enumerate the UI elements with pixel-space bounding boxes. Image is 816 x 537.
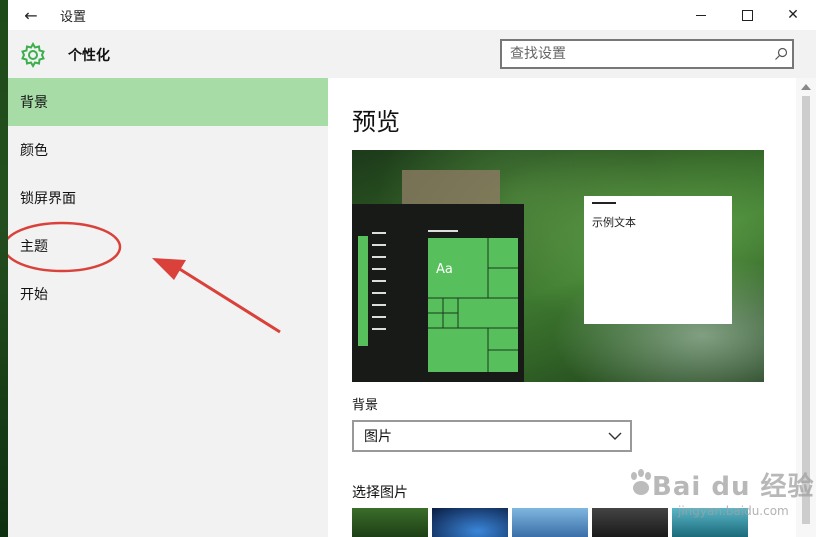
window-title: 设置 — [60, 9, 87, 25]
settings-header: 个性化 — [8, 30, 816, 78]
sidebar-item-label: 背景 — [20, 95, 48, 111]
chevron-down-icon — [608, 432, 622, 440]
sample-text: 示例文本 — [592, 216, 636, 229]
page-title: 个性化 — [68, 48, 110, 64]
sidebar-item-label: 锁屏界面 — [20, 191, 76, 207]
search-icon[interactable] — [770, 43, 792, 65]
sidebar-item-label: 主题 — [20, 239, 48, 255]
search-input[interactable] — [502, 45, 770, 63]
minimize-button[interactable] — [678, 0, 724, 30]
scroll-thumb[interactable] — [802, 96, 810, 524]
sidebar-item-start[interactable]: 开始 — [8, 270, 328, 318]
sidebar-item-label: 开始 — [20, 287, 48, 303]
scrollbar[interactable] — [796, 78, 816, 537]
picture-thumbnail[interactable] — [592, 508, 668, 537]
window-controls: ✕ — [678, 0, 816, 30]
wallpaper-house — [402, 170, 500, 206]
sidebar-item-background[interactable]: 背景 — [8, 78, 328, 126]
main-content: 预览 Aa 示例文本 背景 图片 选择图片 — [328, 78, 796, 537]
sidebar-item-label: 颜色 — [20, 143, 48, 159]
picture-thumbnail[interactable] — [512, 508, 588, 537]
preview-title: 预览 — [352, 108, 400, 136]
theme-preview: Aa 示例文本 — [352, 150, 764, 382]
gear-icon — [21, 42, 45, 68]
settings-window: ← 设置 ✕ 个性化 查找设置 背景 颜色 锁屏界面 主题 开始 预览 Aa 示… — [8, 0, 816, 537]
start-menu-strip — [358, 236, 368, 346]
close-button[interactable]: ✕ — [770, 0, 816, 30]
tiles-header-line — [428, 230, 458, 232]
picture-thumbnail[interactable] — [432, 508, 508, 537]
back-button[interactable]: ← — [8, 0, 54, 30]
picture-thumbnail[interactable] — [672, 508, 748, 537]
maximize-button[interactable] — [724, 0, 770, 30]
maximize-icon — [741, 9, 753, 21]
start-menu-list-lines — [372, 232, 386, 340]
background-label: 背景 — [352, 398, 379, 413]
back-arrow-icon: ← — [24, 5, 38, 25]
background-type-select[interactable]: 图片 — [352, 420, 632, 452]
live-tiles-preview: Aa — [428, 238, 518, 372]
sidebar-nav: 背景 颜色 锁屏界面 主题 开始 — [8, 78, 328, 537]
desktop-background — [0, 0, 8, 537]
close-icon: ✕ — [787, 7, 799, 23]
tile-aa-text: Aa — [436, 262, 453, 277]
picture-thumbnail[interactable] — [352, 508, 428, 537]
search-box[interactable] — [500, 39, 794, 69]
scroll-up-arrow-icon[interactable] — [800, 82, 812, 92]
title-bar: ← 设置 ✕ — [8, 0, 816, 30]
minimize-icon — [696, 14, 706, 16]
sidebar-item-lock-screen[interactable]: 锁屏界面 — [8, 174, 328, 222]
picture-thumbnails — [352, 508, 752, 537]
choose-picture-label: 选择图片 — [352, 485, 408, 501]
background-type-value: 图片 — [364, 429, 392, 445]
sample-window-preview: 示例文本 — [584, 196, 732, 324]
sidebar-item-themes[interactable]: 主题 — [8, 222, 328, 270]
sidebar-item-colors[interactable]: 颜色 — [8, 126, 328, 174]
